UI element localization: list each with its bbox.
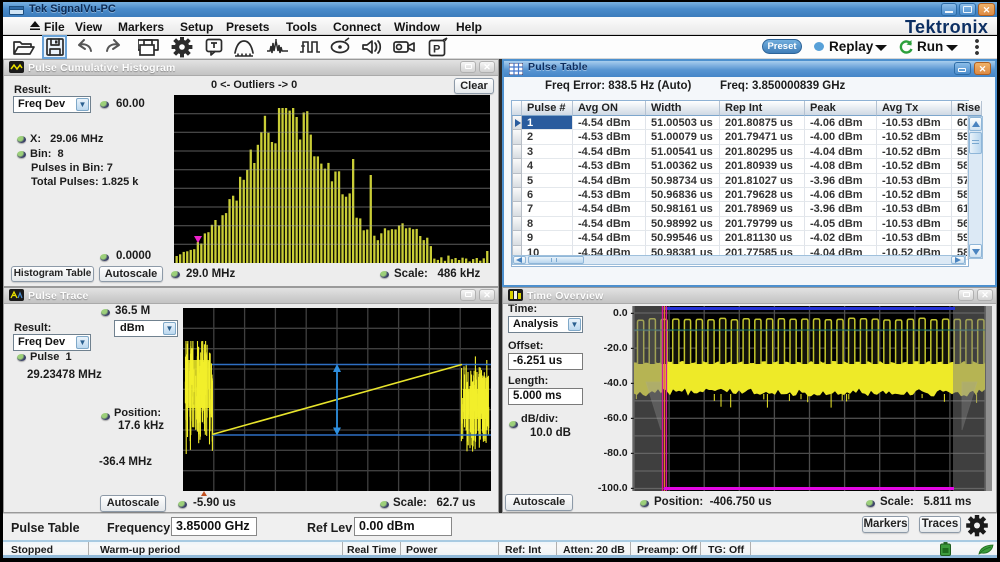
svg-text:P: P	[433, 44, 440, 56]
